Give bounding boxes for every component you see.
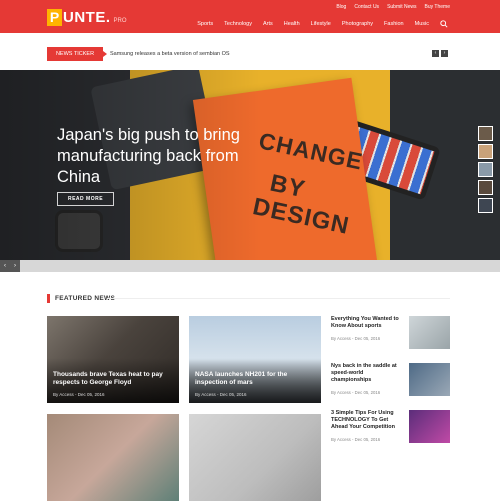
featured-card[interactable]: Thousands brave Texas heat to pay respec…: [47, 316, 179, 403]
side-news-item[interactable]: 3 Simple Tips For Using TECHNOLOGY To Ge…: [331, 410, 451, 445]
hero-thumb[interactable]: [478, 180, 493, 195]
hero-slider: CHANGE BY DESIGN Japan's big push to bri…: [0, 70, 500, 260]
slider-progress: [0, 260, 500, 272]
side-news-item[interactable]: Everything You Wanted to Know About spor…: [331, 316, 451, 351]
slider-prev-button[interactable]: ‹: [0, 260, 10, 272]
top-link-submit-news[interactable]: Submit News: [387, 4, 416, 10]
ticker-prev-button[interactable]: ‹: [432, 50, 439, 57]
nav-item-arts[interactable]: Arts: [263, 21, 273, 27]
search-icon[interactable]: [440, 20, 448, 28]
nav-item-health[interactable]: Health: [284, 21, 300, 27]
nav-item-photography[interactable]: Photography: [342, 21, 373, 27]
featured-card[interactable]: [47, 414, 179, 501]
side-news-meta: By Access - Dec 05, 2016: [331, 437, 381, 442]
card-title[interactable]: Thousands brave Texas heat to pay respec…: [53, 371, 173, 387]
card-title[interactable]: NASA launches NH201 for the inspection o…: [195, 371, 315, 387]
nav-item-music[interactable]: Music: [415, 21, 429, 27]
card-meta: By Access - Dec 05, 2016: [195, 392, 247, 397]
site-logo[interactable]: P UNTE. PRO: [47, 6, 127, 26]
side-news-thumb[interactable]: [409, 410, 450, 443]
hero-thumb[interactable]: [478, 162, 493, 177]
side-news-title[interactable]: Everything You Wanted to Know About spor…: [331, 316, 405, 330]
side-news-title[interactable]: 3 Simple Tips For Using TECHNOLOGY To Ge…: [331, 410, 405, 431]
side-news-meta: By Access - Dec 05, 2016: [331, 336, 381, 341]
featured-rule: [107, 298, 450, 299]
top-link-contact[interactable]: Contact Us: [354, 4, 379, 10]
nav-item-technology[interactable]: Technology: [224, 21, 252, 27]
hero-thumb[interactable]: [478, 144, 493, 159]
top-link-buy-theme[interactable]: Buy Theme: [425, 4, 450, 10]
nav-item-sports[interactable]: Sports: [197, 21, 213, 27]
top-links: Blog Contact Us Submit News Buy Theme: [336, 4, 450, 10]
ticker-next-button[interactable]: ›: [441, 50, 448, 57]
ticker-label: NEWS TICKER: [47, 47, 107, 61]
hero-title[interactable]: Japan's big push to bring manufacturing …: [57, 125, 267, 188]
hero-thumb[interactable]: [478, 126, 493, 141]
hero-thumb[interactable]: [478, 198, 493, 213]
ticker-headline[interactable]: Samsung releases a beta version of sembi…: [110, 47, 230, 61]
featured-card[interactable]: NASA launches NH201 for the inspection o…: [189, 316, 321, 403]
featured-header: FEATURED NEWS: [47, 294, 450, 303]
logo-suffix: PRO: [113, 18, 127, 24]
card-meta: By Access - Dec 05, 2016: [53, 392, 105, 397]
read-more-button[interactable]: READ MORE: [57, 192, 114, 206]
top-link-blog[interactable]: Blog: [336, 4, 346, 10]
side-news-thumb[interactable]: [409, 363, 450, 396]
logo-letter: P: [47, 9, 62, 26]
nav-item-fashion[interactable]: Fashion: [384, 21, 404, 27]
side-news-thumb[interactable]: [409, 316, 450, 349]
main-nav: Sports Technology Arts Health Lifestyle …: [197, 20, 448, 28]
slider-next-button[interactable]: ›: [10, 260, 20, 272]
card-image: [189, 414, 321, 501]
ticker-controls: ‹ ›: [432, 50, 448, 57]
side-news-title[interactable]: Nys back in the saddle at speed-world ch…: [331, 363, 405, 384]
nav-item-lifestyle[interactable]: Lifestyle: [311, 21, 331, 27]
featured-card[interactable]: [189, 414, 321, 501]
slider-controls: ‹ ›: [0, 260, 20, 272]
news-ticker: NEWS TICKER Samsung releases a beta vers…: [47, 47, 450, 61]
site-header: P UNTE. PRO Blog Contact Us Submit News …: [0, 0, 500, 33]
featured-accent-bar: [47, 294, 50, 303]
logo-text: UNTE.: [63, 9, 111, 26]
hero-thumbnails: [478, 126, 493, 213]
side-news-item[interactable]: Nys back in the saddle at speed-world ch…: [331, 363, 451, 398]
card-image: [47, 414, 179, 501]
side-news-meta: By Access - Dec 05, 2016: [331, 390, 381, 395]
